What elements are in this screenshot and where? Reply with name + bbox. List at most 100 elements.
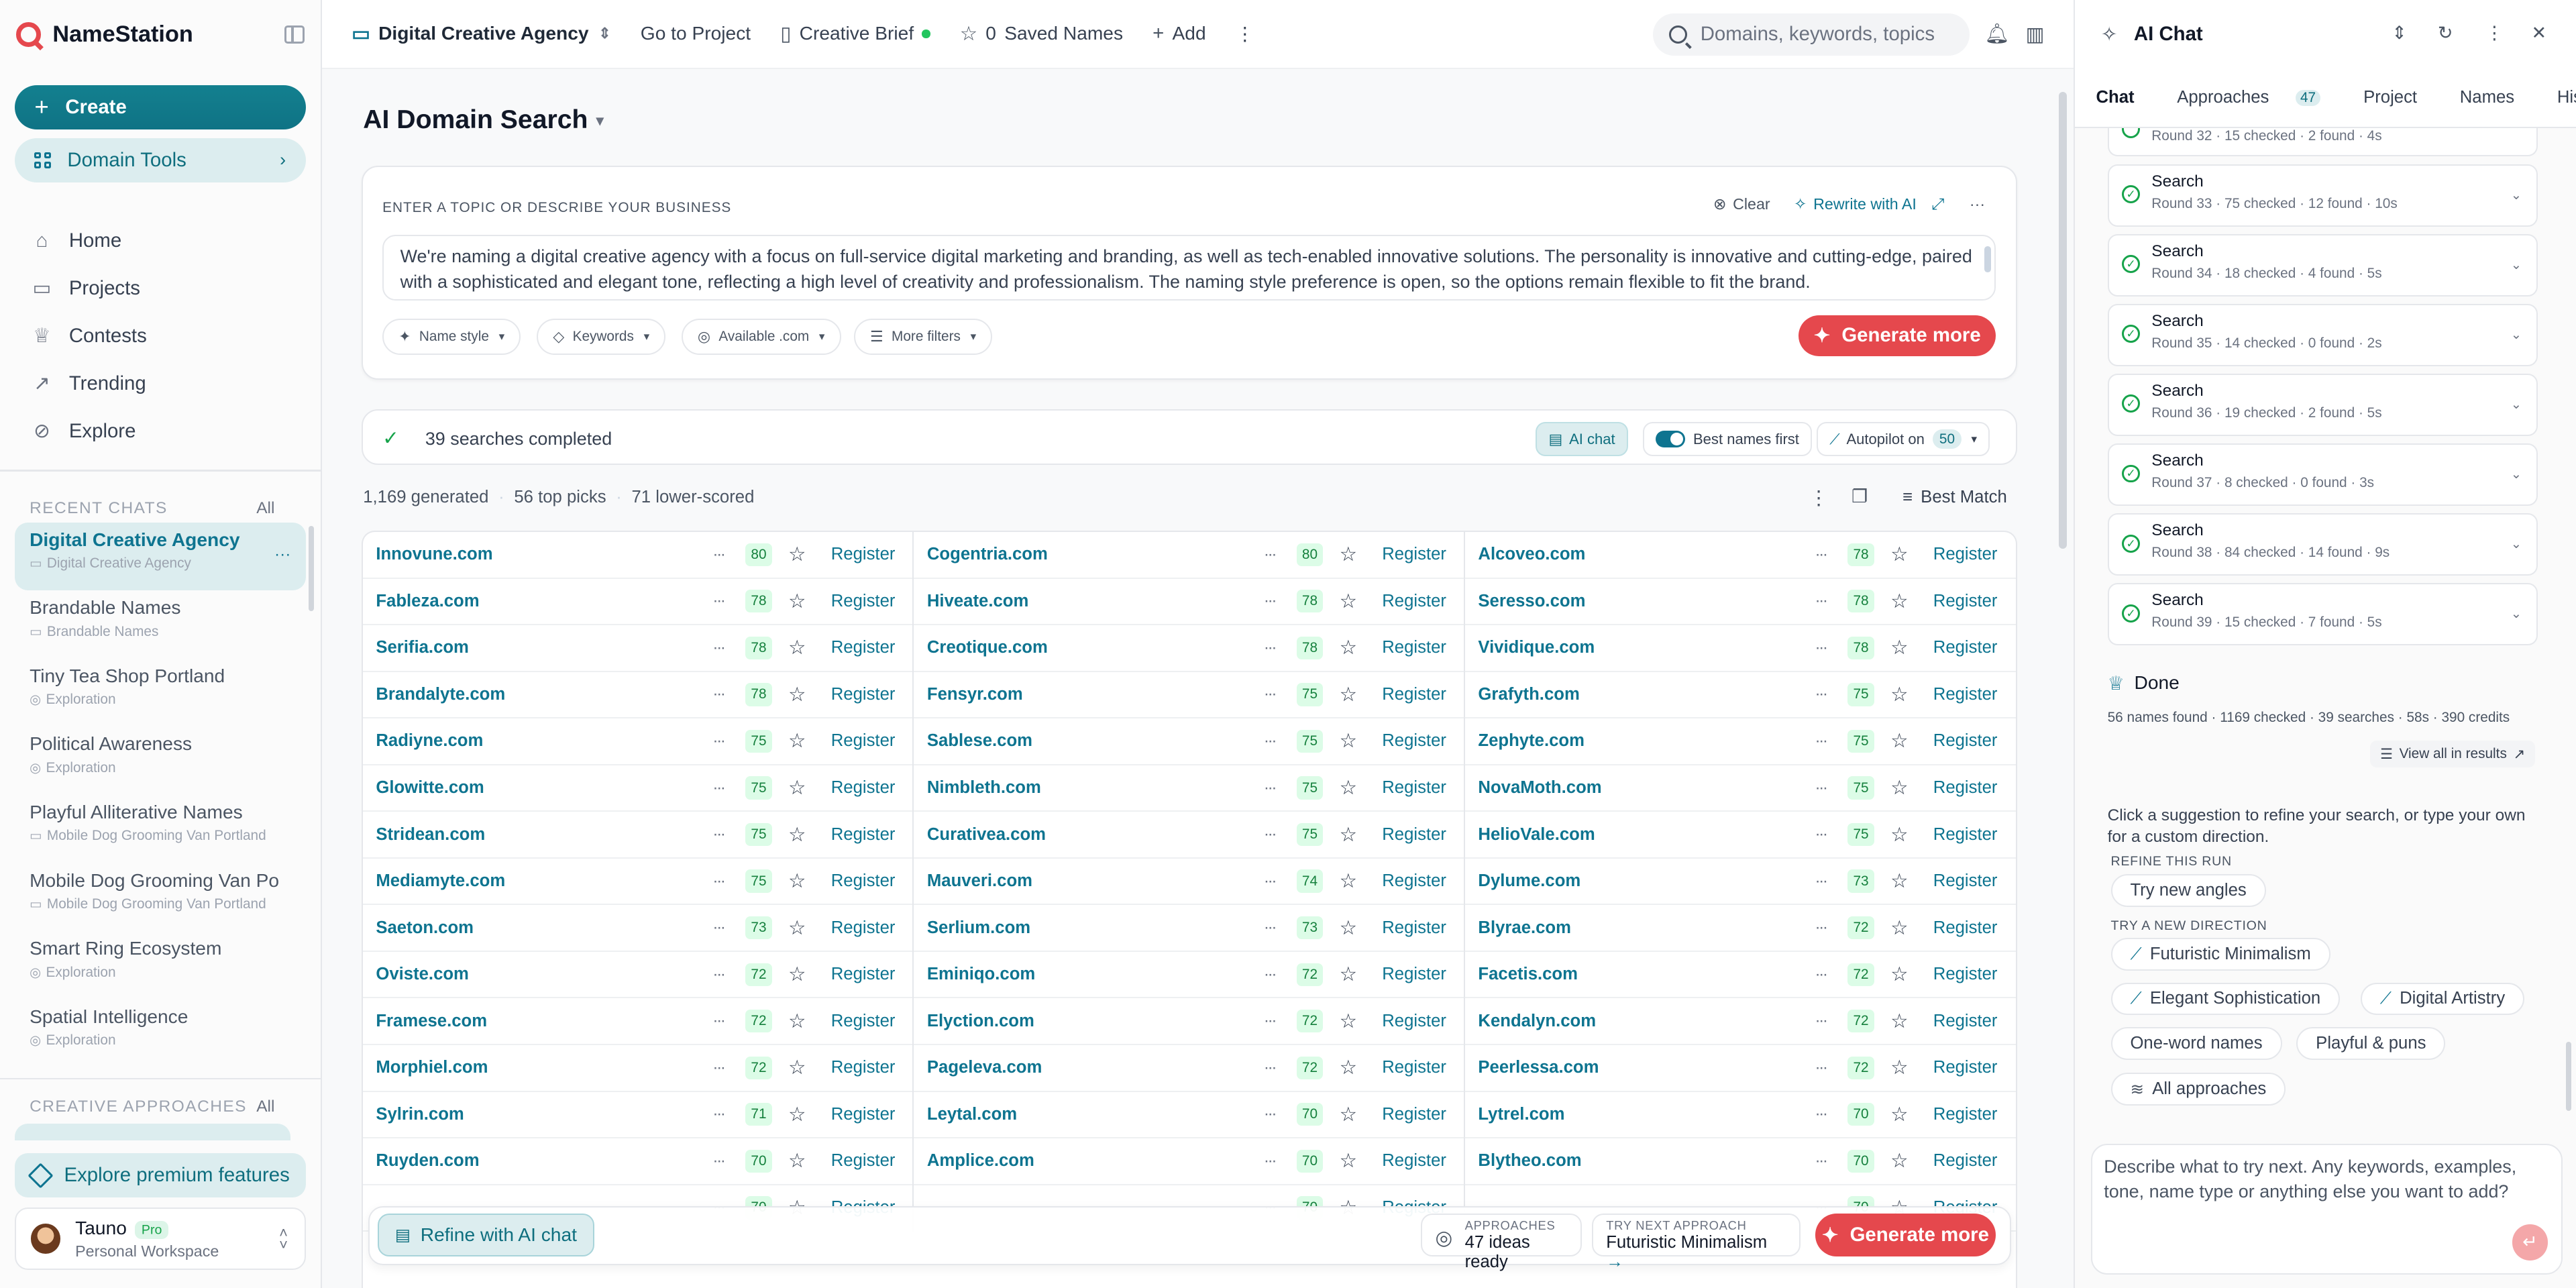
domain-name[interactable]: NovaMoth.com [1478,778,1807,798]
domain-name[interactable]: Lytrel.com [1478,1105,1807,1124]
star-icon[interactable]: ☆ [788,869,806,893]
more-icon[interactable]: ··· [1815,1012,1828,1030]
more-icon[interactable]: ··· [1815,1059,1828,1077]
register-link[interactable]: Register [1382,731,1446,751]
chevron-updown-icon[interactable]: ⇕ [2392,23,2407,44]
star-icon[interactable]: ☆ [788,543,806,566]
domain-name[interactable]: Peerlessa.com [1478,1058,1807,1077]
generate-more-button-bottom[interactable]: ✦ Generate more [1815,1214,1996,1257]
domain-name[interactable]: Brandalyte.com [376,685,704,704]
register-link[interactable]: Register [1933,871,1998,891]
domain-row[interactable]: Creotique.com ··· 78 ☆ Register [914,625,1464,672]
try-next-approach-card[interactable]: TRY NEXT APPROACH Futuristic Minimalism → [1591,1214,1801,1271]
register-link[interactable]: Register [1933,1105,1998,1124]
domain-row[interactable]: NovaMoth.com ··· 75 ☆ Register [1464,765,2017,812]
create-button[interactable]: + Create [15,85,306,130]
more-filters[interactable]: ☰ More filters ▾ [854,318,993,355]
more-icon[interactable]: ··· [1264,1012,1277,1030]
domain-name[interactable]: Saeton.com [376,918,704,938]
try-new-angles-chip[interactable]: Try new angles [2110,873,2266,907]
more-icon[interactable]: ··· [1264,918,1277,937]
register-link[interactable]: Register [831,638,896,657]
domain-row[interactable]: Stridean.com ··· 75 ☆ Register [362,812,913,859]
best-names-first-toggle[interactable]: Best names first [1642,421,1813,457]
domain-row[interactable]: Nimbleth.com ··· 75 ☆ Register [914,765,1464,812]
more-icon[interactable]: ··· [1970,195,1985,213]
domain-row[interactable]: Zephyte.com ··· 75 ☆ Register [1464,718,2017,765]
approach-item-partial[interactable] [15,1124,291,1140]
star-icon[interactable]: ☆ [1340,869,1357,893]
domain-row[interactable]: Cogentria.com ··· 80 ☆ Register [914,532,1464,579]
copy-icon[interactable]: ❐ [1851,486,1868,507]
more-menu-button[interactable]: ⋮ [1236,23,1254,45]
domain-row[interactable]: Pageleva.com ··· 72 ☆ Register [914,1045,1464,1092]
star-icon[interactable]: ☆ [1890,636,1908,659]
register-link[interactable]: Register [831,731,896,751]
project-selector[interactable]: ▭ Digital Creative Agency ⇕ [352,22,611,46]
register-link[interactable]: Register [1382,965,1446,984]
more-icon[interactable]: ··· [712,592,726,610]
domain-row[interactable]: Lytrel.com ··· 70 ☆ Register [1464,1092,2017,1139]
sort-dropdown[interactable]: ≡ Best Match [1902,488,2007,507]
domain-name[interactable]: Vividique.com [1478,638,1807,657]
more-icon[interactable]: ··· [1264,965,1277,984]
domain-name[interactable]: Facetis.com [1478,965,1807,984]
domain-row[interactable]: Oviste.com ··· 72 ☆ Register [362,952,913,999]
domain-row[interactable]: Vividique.com ··· 78 ☆ Register [1464,625,2017,672]
star-icon[interactable]: ☆ [788,1149,806,1173]
domain-row[interactable]: Seresso.com ··· 78 ☆ Register [1464,579,2017,626]
domain-name[interactable]: Mauveri.com [927,871,1256,891]
more-icon[interactable]: ··· [1264,545,1277,564]
chevron-down-icon[interactable]: ⌄ [2511,536,2522,552]
more-icon[interactable]: ··· [274,545,290,564]
domain-name[interactable]: Serifia.com [376,638,704,657]
domain-name[interactable]: Pageleva.com [927,1058,1256,1077]
chevron-down-icon[interactable]: ⌄ [2511,327,2522,343]
register-link[interactable]: Register [1933,592,1998,611]
domain-row[interactable]: Saeton.com ··· 73 ☆ Register [362,905,913,952]
register-link[interactable]: Register [831,1151,896,1171]
direction-digital-artistry[interactable]: ⟋ Digital Artistry [2360,982,2525,1016]
more-icon[interactable]: ··· [1264,639,1277,657]
generate-more-button[interactable]: ✦ Generate more [1799,315,1996,356]
register-link[interactable]: Register [831,825,896,845]
keywords-filter[interactable]: ◇ Keywords ▾ [537,318,666,355]
name-style-filter[interactable]: ✦ Name style ▾ [382,318,521,355]
domain-name[interactable]: Nimbleth.com [927,778,1256,798]
domain-name[interactable]: Blyrae.com [1478,918,1807,938]
register-link[interactable]: Register [1933,685,1998,704]
more-vertical-icon[interactable]: ⋮ [1809,486,1828,510]
more-icon[interactable]: ··· [1815,825,1828,844]
star-icon[interactable]: ☆ [1890,1010,1908,1033]
send-icon[interactable]: ↵ [2512,1224,2548,1260]
register-link[interactable]: Register [831,778,896,798]
domain-row[interactable]: Ruyden.com ··· 70 ☆ Register [362,1138,913,1185]
direction-elegant-sophistication[interactable]: ⟋ Elegant Sophistication [2110,982,2341,1016]
domain-row[interactable]: Facetis.com ··· 72 ☆ Register [1464,952,2017,999]
register-link[interactable]: Register [1382,871,1446,891]
chat-item[interactable]: Playful Alliterative Names ▭ Mobile Dog Gr… [15,795,305,863]
saved-names-link[interactable]: ☆ 0 Saved Names [960,22,1123,46]
domain-name[interactable]: Hiveate.com [927,592,1256,611]
star-icon[interactable]: ☆ [1340,1103,1357,1126]
toggle-switch[interactable] [1655,431,1685,447]
register-link[interactable]: Register [1382,545,1446,564]
more-icon[interactable]: ··· [712,918,726,937]
register-link[interactable]: Register [1933,918,1998,938]
domain-name[interactable]: Creotique.com [927,638,1256,657]
approaches-card[interactable]: ◎ APPROACHES 47 ideas ready [1420,1214,1582,1271]
star-icon[interactable]: ☆ [788,729,806,753]
domain-name[interactable]: Stridean.com [376,825,704,845]
domain-name[interactable]: HelioVale.com [1478,825,1807,845]
more-icon[interactable]: ··· [1815,732,1828,751]
more-icon[interactable]: ··· [1815,685,1828,704]
search-round-item[interactable]: ✓ Search Round 37 · 8 checked · 0 found · … [2107,443,2538,506]
page-title[interactable]: AI Domain Search ▾ [363,105,604,135]
more-icon[interactable]: ··· [1264,1059,1277,1077]
domain-tools-button[interactable]: Domain Tools › [15,138,306,182]
bell-icon[interactable]: 🔔︎ [1984,23,2009,46]
register-link[interactable]: Register [1382,592,1446,611]
domain-name[interactable]: Seresso.com [1478,592,1807,611]
star-icon[interactable]: ☆ [788,1010,806,1033]
domain-row[interactable]: Curativea.com ··· 75 ☆ Register [914,812,1464,859]
